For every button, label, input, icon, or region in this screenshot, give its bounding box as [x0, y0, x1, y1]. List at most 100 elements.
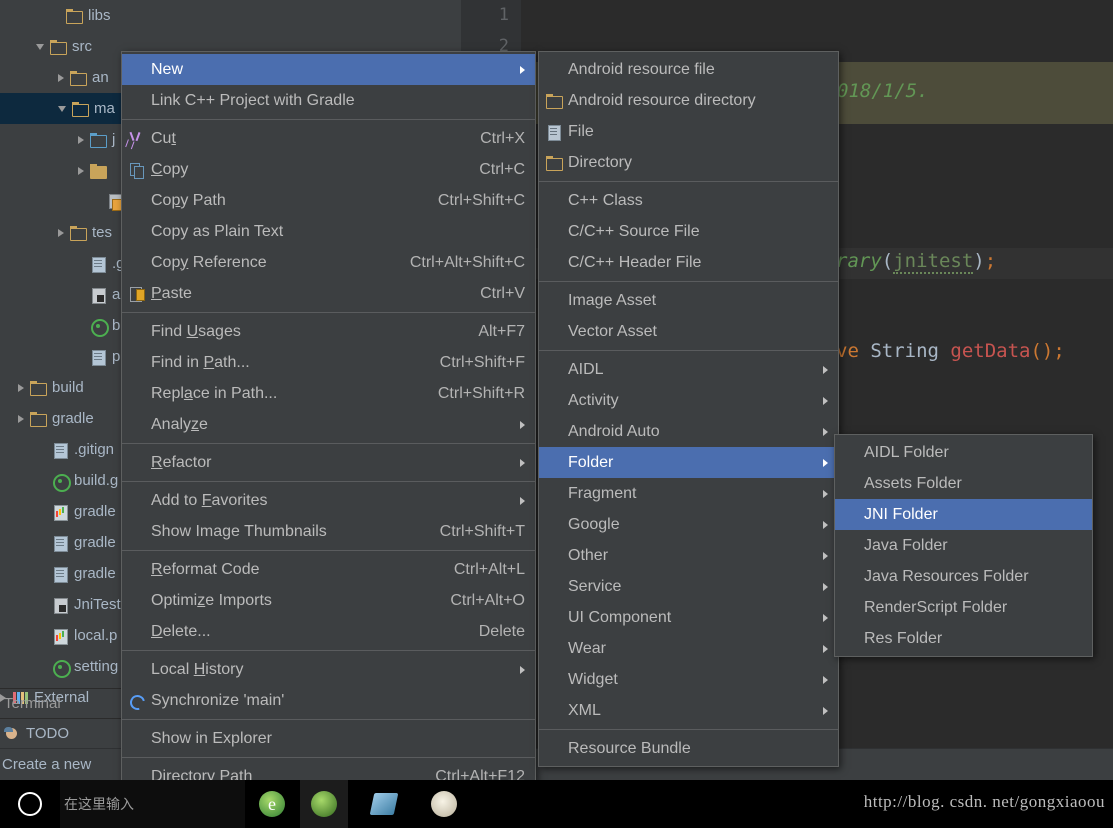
menu-item-label: Vector Asset — [568, 322, 657, 340]
menu-item[interactable]: XML — [539, 695, 838, 726]
menu-item[interactable]: Copy Reference Ctrl+Alt+Shift+C — [122, 247, 535, 278]
menu-item-label: Resource Bundle — [568, 739, 691, 757]
menu-item-label: File — [568, 122, 594, 140]
tree-expand-arrow-icon[interactable] — [58, 228, 64, 237]
menu-item[interactable]: Directory — [539, 147, 838, 178]
menu-item[interactable]: Folder — [539, 447, 838, 478]
menu-item[interactable]: Refactor — [122, 447, 535, 478]
menu-item[interactable]: Find in Path... Ctrl+Shift+F — [122, 347, 535, 378]
menu-item[interactable]: Res Folder — [835, 623, 1092, 654]
android-icon — [545, 579, 565, 595]
tree-arrow-placeholder — [40, 602, 46, 608]
tree-arrow-placeholder — [78, 323, 84, 329]
menu-item[interactable]: Other — [539, 540, 838, 571]
menu-item[interactable]: Assets Folder — [835, 468, 1092, 499]
menu-item[interactable]: Android resource file — [539, 54, 838, 85]
menu-item[interactable]: Fragment — [539, 478, 838, 509]
menu-item-shortcut: Ctrl+Alt+L — [453, 560, 525, 578]
menu-item[interactable]: Synchronize 'main' — [122, 685, 535, 716]
menu-item[interactable]: Delete... Delete — [122, 616, 535, 647]
menu-item[interactable]: Resource Bundle — [539, 733, 838, 764]
menu-item[interactable]: Analyze — [122, 409, 535, 440]
menu-item[interactable]: Show in Explorer — [122, 723, 535, 754]
menu-item[interactable]: Android Auto — [539, 416, 838, 447]
tree-collapse-arrow-icon[interactable] — [36, 43, 44, 50]
tree-collapse-arrow-icon[interactable] — [58, 105, 66, 112]
submenu-arrow-icon — [823, 706, 828, 715]
menu-item[interactable]: JNI Folder — [835, 499, 1092, 530]
menu-item[interactable]: Optimize Imports Ctrl+Alt+O — [122, 585, 535, 616]
menu-item[interactable]: File — [539, 116, 838, 147]
menu-item[interactable]: Widget — [539, 664, 838, 695]
new-submenu[interactable]: Android resource file Android resource di… — [538, 51, 839, 767]
menu-item[interactable]: C/C++ Header File — [539, 247, 838, 278]
menu-item[interactable]: Replace in Path... Ctrl+Shift+R — [122, 378, 535, 409]
context-menu[interactable]: New Link C++ Project with Gradle Cut Ctrl+X… — [121, 51, 536, 828]
menu-icon-placeholder — [128, 93, 148, 109]
resource-bundle-icon — [545, 741, 565, 757]
menu-item[interactable]: Activity — [539, 385, 838, 416]
menu-item-label: Add to Favorites — [151, 491, 268, 509]
menu-item[interactable]: Vector Asset — [539, 316, 838, 347]
tree-arrow-placeholder — [54, 13, 60, 19]
menu-item-label: Assets Folder — [864, 474, 962, 492]
menu-item[interactable]: AIDL — [539, 354, 838, 385]
menu-item-label: Copy — [151, 160, 189, 178]
menu-item[interactable]: Copy Ctrl+C — [122, 154, 535, 185]
taskbar-app-media[interactable] — [420, 780, 468, 828]
menu-item[interactable]: Service — [539, 571, 838, 602]
tree-arrow-placeholder — [78, 354, 84, 360]
menu-item[interactable]: Link C++ Project with Gradle — [122, 85, 535, 116]
tree-row[interactable]: libs — [0, 0, 356, 31]
properties-icon — [52, 504, 69, 521]
menu-item[interactable]: Copy as Plain Text — [122, 216, 535, 247]
menu-item[interactable]: AIDL Folder — [835, 437, 1092, 468]
menu-item[interactable]: New — [122, 54, 535, 85]
taskbar-app-browser[interactable]: e — [248, 780, 296, 828]
menu-item[interactable]: C++ Class — [539, 185, 838, 216]
menu-item-shortcut: Ctrl+Alt+O — [450, 591, 525, 609]
menu-item-label: Replace in Path... — [151, 384, 278, 402]
menu-item[interactable]: Find Usages Alt+F7 — [122, 316, 535, 347]
menu-item[interactable]: Copy Path Ctrl+Shift+C — [122, 185, 535, 216]
menu-item[interactable]: Cut Ctrl+X — [122, 123, 535, 154]
file-icon — [52, 535, 69, 552]
tree-expand-arrow-icon[interactable] — [18, 383, 24, 392]
menu-item[interactable]: Android resource directory — [539, 85, 838, 116]
gradle-icon — [90, 318, 109, 337]
menu-item[interactable]: Wear — [539, 633, 838, 664]
start-button[interactable] — [0, 780, 60, 828]
menu-item-shortcut: Ctrl+Shift+F — [439, 353, 525, 371]
menu-item[interactable]: RenderScript Folder — [835, 592, 1092, 623]
menu-item[interactable]: Java Folder — [835, 530, 1092, 561]
taskbar-app-notes[interactable] — [360, 780, 408, 828]
menu-item[interactable]: Java Resources Folder — [835, 561, 1092, 592]
tree-expand-arrow-icon[interactable] — [78, 135, 84, 144]
menu-icon-placeholder — [128, 731, 148, 747]
submenu-arrow-icon — [520, 65, 525, 74]
menu-item[interactable]: Show Image Thumbnails Ctrl+Shift+T — [122, 516, 535, 547]
menu-item[interactable]: Image Asset — [539, 285, 838, 316]
folder-icon — [545, 155, 565, 171]
menu-item[interactable]: UI Component — [539, 602, 838, 633]
menu-item[interactable]: Google — [539, 509, 838, 540]
tree-expand-arrow-icon[interactable] — [18, 414, 24, 423]
menu-item-label: Wear — [568, 639, 606, 657]
menu-item[interactable]: Reformat Code Ctrl+Alt+L — [122, 554, 535, 585]
android-icon — [545, 641, 565, 657]
menu-item-label: Java Folder — [864, 536, 948, 554]
menu-item[interactable]: Add to Favorites — [122, 485, 535, 516]
menu-item[interactable]: C/C++ Source File — [539, 216, 838, 247]
menu-item-label: Refactor — [151, 453, 212, 471]
windows-taskbar[interactable]: 在这里输入 e http://blog. csdn. net/gongxiaoo… — [0, 780, 1113, 828]
tree-expand-arrow-icon[interactable] — [78, 166, 84, 175]
menu-item[interactable]: Paste Ctrl+V — [122, 278, 535, 309]
folder-icon — [545, 93, 565, 109]
cpp-source-icon — [545, 224, 565, 240]
folder-submenu[interactable]: AIDL Folder Assets Folder JNI Folder Java F… — [834, 434, 1093, 657]
menu-item[interactable]: Local History — [122, 654, 535, 685]
tree-expand-arrow-icon[interactable] — [58, 73, 64, 82]
taskbar-search-box[interactable]: 在这里输入 — [60, 780, 245, 828]
taskbar-app-androidstudio[interactable] — [300, 780, 348, 828]
disc-icon — [431, 791, 457, 817]
